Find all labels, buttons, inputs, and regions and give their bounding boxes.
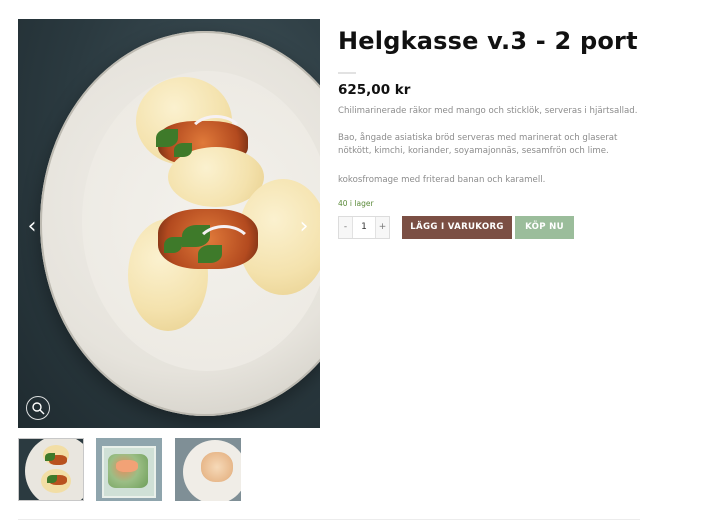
quantity-increase-button[interactable]: + [376,217,389,238]
add-to-cart-button[interactable]: LÄGG I VARUKORG [402,216,512,239]
thumbnail-dessert[interactable] [175,438,241,501]
quantity-input[interactable]: 1 [352,217,376,238]
product-main-image[interactable]: ‹ › [18,19,320,428]
buy-now-button[interactable]: KÖP NU [515,216,574,239]
quantity-stepper: - 1 + [338,216,390,239]
description-main: Bao, ångade asiatiska bröd serveras med … [338,133,618,156]
next-image-arrow[interactable]: › [296,215,312,239]
thumbnail-salad[interactable] [96,438,162,501]
description-starter: Chilimarinerade räkor med mango och stic… [338,106,638,116]
stock-status: 40 i lager [338,199,374,208]
previous-image-arrow[interactable]: ‹ [24,215,40,239]
product-price: 625,00 kr [338,82,411,98]
section-divider [18,519,640,520]
description-dessert: kokosfromage med friterad banan och kara… [338,175,546,185]
quantity-decrease-button[interactable]: - [339,217,352,238]
zoom-icon[interactable] [26,396,50,420]
thumbnail-bao[interactable] [18,438,84,501]
title-divider [338,72,356,74]
product-title: Helgkasse v.3 - 2 port [338,27,638,55]
